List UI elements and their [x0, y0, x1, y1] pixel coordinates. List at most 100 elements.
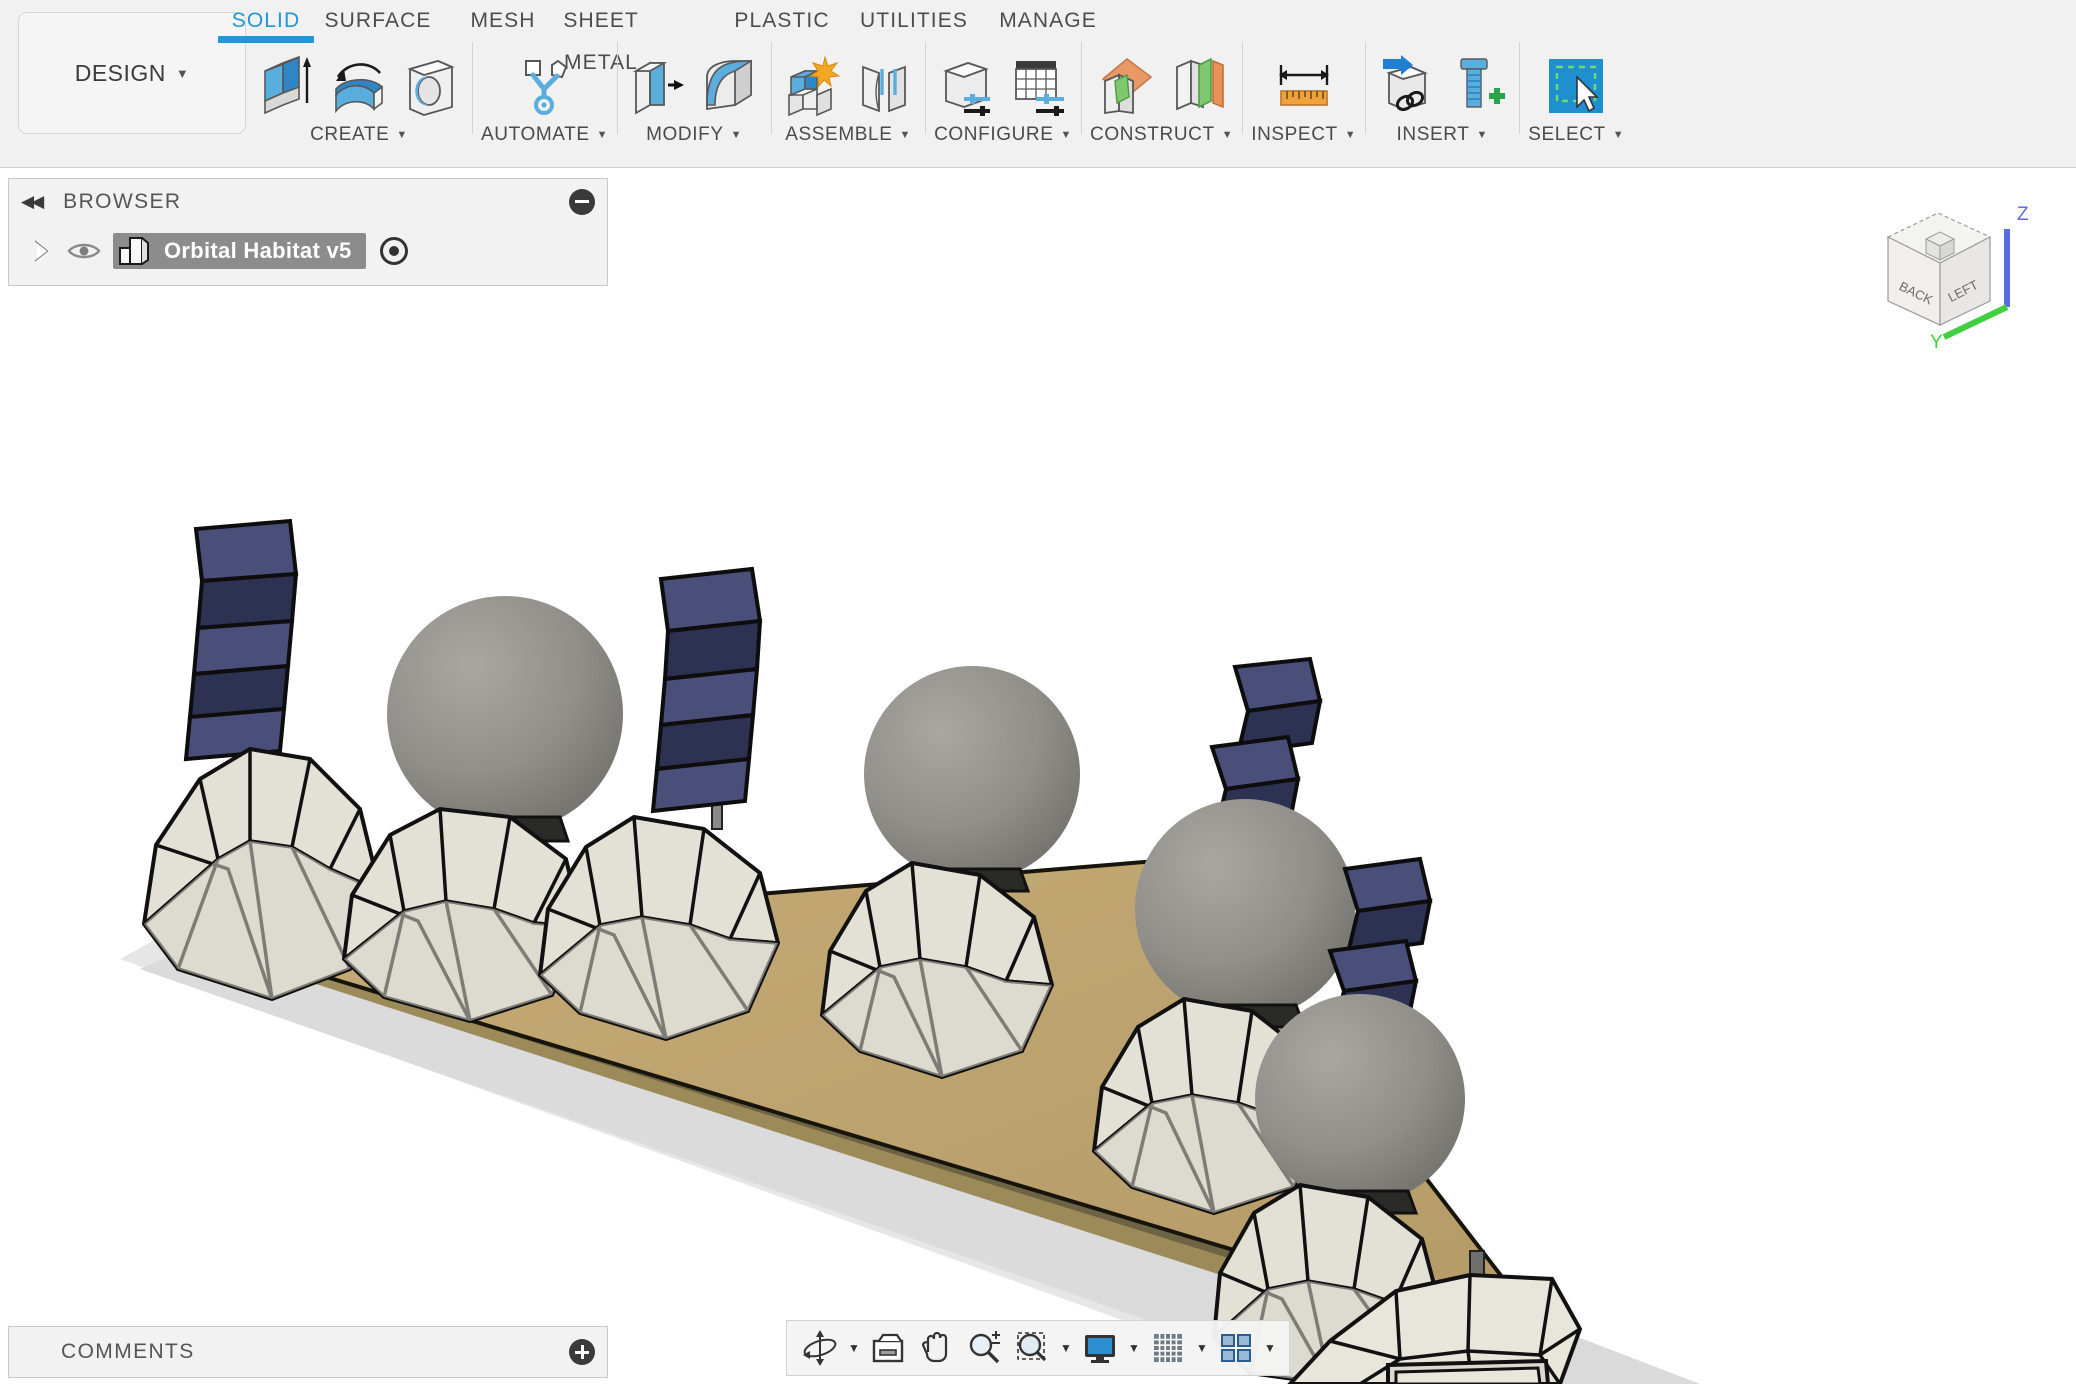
group-icon-row	[1544, 34, 1608, 122]
group-label-construct[interactable]: CONSTRUCT ▼	[1090, 124, 1233, 146]
solar-panel-array	[650, 566, 763, 814]
comments-title: COMMENTS	[61, 1340, 195, 1363]
chevron-down-icon: ▼	[730, 129, 743, 141]
insert-derive-icon[interactable]	[1374, 50, 1438, 122]
zoom-icon[interactable]	[961, 1325, 1007, 1371]
group-label-text: CREATE	[310, 124, 390, 145]
chevron-down-icon: ▼	[1476, 129, 1488, 141]
joint-icon[interactable]	[852, 50, 916, 122]
sphere-module	[387, 596, 623, 832]
group-label-text: SELECT	[1528, 124, 1606, 145]
chevron-down-icon: ▼	[1221, 129, 1234, 141]
group-label-automate[interactable]: AUTOMATE ▼	[481, 124, 608, 146]
ribbon-group-construct: CONSTRUCT ▼	[1081, 34, 1242, 158]
browser-tree: Orbital Habitat v5	[9, 225, 607, 285]
chevron-down-icon: ▼	[396, 129, 408, 141]
group-icon-row	[626, 34, 762, 122]
browser-panel: ◀◀ BROWSER Orbital Habitat v5	[8, 178, 608, 286]
group-label-select[interactable]: SELECT ▼	[1528, 124, 1624, 146]
collapse-panel-icon[interactable]: ◀◀	[21, 192, 44, 212]
chevron-down-icon: ▼	[175, 65, 190, 81]
group-label-insert[interactable]: INSERT ▼	[1397, 124, 1488, 146]
group-icon-row	[935, 34, 1071, 122]
extrude-icon[interactable]	[255, 50, 319, 122]
ribbon-group-configure: CONFIGURE ▼	[925, 34, 1081, 158]
sphere-module	[1255, 994, 1465, 1204]
sphere-module	[1135, 799, 1355, 1019]
measure-icon[interactable]	[1272, 50, 1336, 122]
habitat-unit[interactable]	[141, 518, 383, 1002]
ribbon-group-assemble: ASSEMBLE ▼	[771, 34, 925, 158]
ribbon-content: SOLID SURFACE MESH SHEET METAL PLASTIC UTILIT…	[218, 0, 2076, 168]
group-label-text: INSERT	[1396, 124, 1470, 145]
chevron-down-icon[interactable]: ▼	[1057, 1325, 1075, 1371]
hole-icon[interactable]	[399, 50, 463, 122]
group-icon-row	[1272, 34, 1336, 122]
orbit-icon[interactable]	[797, 1325, 843, 1371]
tree-row[interactable]: Orbital Habitat v5	[9, 231, 607, 271]
ribbon-group-automate: AUTOMATE ▼	[472, 34, 617, 158]
workspace-label: DESIGN	[74, 59, 166, 86]
habitat-dome	[537, 814, 781, 1042]
group-label-text: CONSTRUCT	[1090, 124, 1215, 145]
configure-icon[interactable]	[935, 50, 999, 122]
chevron-down-icon: ▼	[1344, 129, 1357, 141]
new-component-icon[interactable]	[780, 50, 844, 122]
chevron-down-icon: ▼	[1612, 129, 1625, 141]
group-label-create[interactable]: CREATE ▼	[310, 124, 408, 146]
look-at-icon[interactable]	[865, 1325, 911, 1371]
axis-label-y: Y	[1930, 332, 1943, 353]
press-pull-icon[interactable]	[626, 50, 690, 122]
display-settings-icon[interactable]	[1077, 1325, 1123, 1371]
fusion360-window: DESIGN ▼ SOLID SURFACE MESH SHEET METAL PLAS…	[0, 0, 2076, 1384]
pan-icon[interactable]	[913, 1325, 959, 1371]
group-icon-row	[255, 34, 463, 122]
solar-panel-array	[183, 518, 299, 762]
midplane-icon[interactable]	[1166, 50, 1230, 122]
grid-snap-icon[interactable]	[1145, 1325, 1191, 1371]
group-label-text: CONFIGURE	[934, 124, 1054, 145]
group-label-assemble[interactable]: ASSEMBLE ▼	[785, 124, 911, 146]
chevron-down-icon[interactable]: ▼	[1261, 1325, 1279, 1371]
sphere-module	[864, 666, 1080, 882]
group-label-text: AUTOMATE	[481, 124, 590, 145]
chevron-down-icon[interactable]: ▼	[1193, 1325, 1211, 1371]
automate-icon[interactable]	[513, 50, 577, 122]
fillet-icon[interactable]	[698, 50, 762, 122]
viewport-canvas[interactable]: BACK LEFT Z Y ▼ ▼ ▼ ▼ ▼	[0, 169, 2076, 1384]
config-table-icon[interactable]	[1007, 50, 1071, 122]
fit-icon[interactable]	[1009, 1325, 1055, 1371]
model-scene	[120, 518, 1700, 1384]
group-label-configure[interactable]: CONFIGURE ▼	[934, 124, 1072, 146]
component-chip[interactable]: Orbital Habitat v5	[113, 233, 366, 269]
plus-circle-icon[interactable]	[569, 1339, 595, 1365]
viewports-icon[interactable]	[1213, 1325, 1259, 1371]
offset-plane-icon[interactable]	[1094, 50, 1158, 122]
ribbon-group-select: SELECT ▼	[1519, 34, 1633, 158]
chevron-down-icon: ▼	[596, 129, 609, 141]
eye-icon[interactable]	[67, 239, 101, 263]
group-label-text: ASSEMBLE	[785, 124, 893, 145]
ribbon-group-modify: MODIFY ▼	[617, 34, 771, 158]
group-icon-row	[780, 34, 916, 122]
group-label-modify[interactable]: MODIFY ▼	[646, 124, 742, 146]
minus-circle-icon[interactable]	[569, 188, 595, 215]
insert-mcmaster-icon[interactable]	[1446, 50, 1510, 122]
chevron-down-icon[interactable]: ▼	[845, 1325, 863, 1371]
radio-dot-icon[interactable]	[379, 237, 408, 265]
expand-triangle-icon[interactable]	[35, 240, 51, 262]
group-icon-row	[1094, 34, 1230, 122]
ribbon-group-insert: INSERT ▼	[1365, 34, 1519, 158]
view-cube[interactable]: BACK LEFT Z Y	[1860, 185, 2050, 355]
select-window-icon[interactable]	[1544, 50, 1608, 122]
ribbon-groups: CREATE ▼ AUTOMATE ▼ MODIFY ▼ ASSEMBLE ▼ …	[246, 34, 1633, 158]
browser-header: ◀◀ BROWSER	[9, 179, 607, 225]
workspace-switcher-button[interactable]: DESIGN ▼	[18, 12, 246, 134]
window-module	[1386, 1358, 1551, 1384]
chevron-down-icon: ▼	[899, 129, 911, 141]
revolve-icon[interactable]	[327, 50, 391, 122]
navigation-bar: ▼ ▼ ▼ ▼ ▼	[786, 1320, 1290, 1376]
component-icon	[119, 237, 149, 265]
chevron-down-icon[interactable]: ▼	[1125, 1325, 1143, 1371]
group-label-inspect[interactable]: INSPECT ▼	[1251, 124, 1356, 146]
